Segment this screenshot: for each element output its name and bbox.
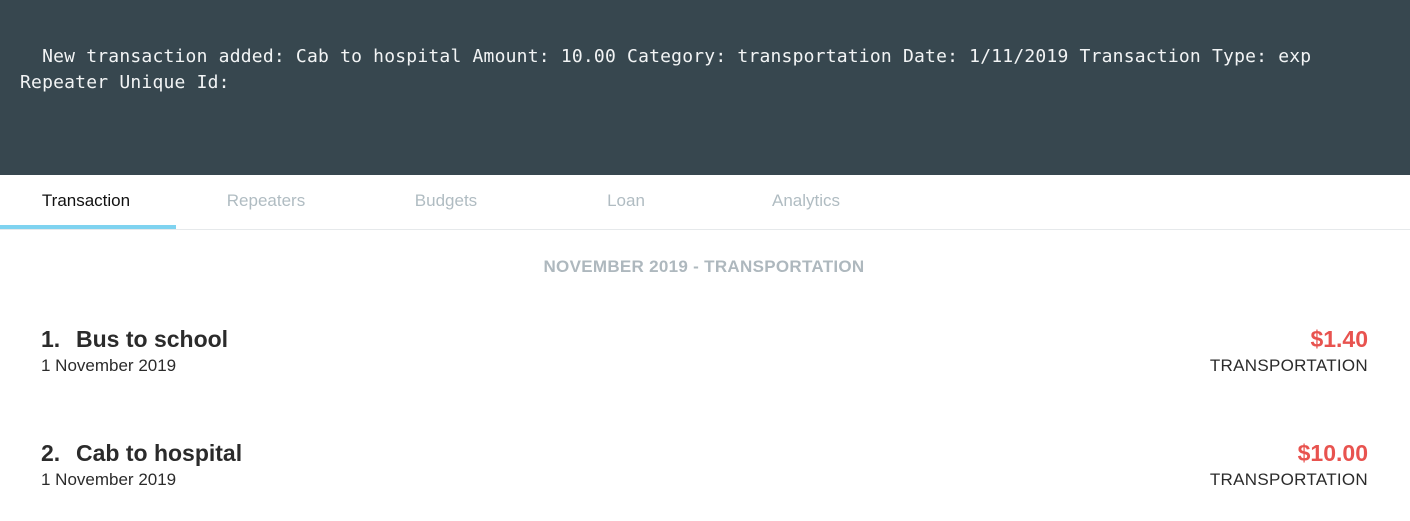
section-title: NOVEMBER 2019 - TRANSPORTATION [543,257,865,276]
transaction-title: 2. Cab to hospital [41,440,242,467]
transaction-name: Cab to hospital [76,440,243,466]
console-output: New transaction added: Cab to hospital A… [0,0,1410,175]
transaction-title: 1. Bus to school [41,326,228,353]
tab-repeaters[interactable]: Repeaters [176,175,356,229]
tab-transaction[interactable]: Transaction [0,175,172,229]
transaction-amount: $1.40 [1310,326,1368,352]
active-tab-indicator [0,225,176,229]
tab-analytics[interactable]: Analytics [716,175,896,229]
transaction-row[interactable]: 2. Cab to hospital 1 November 2019 $10.00… [0,440,1410,500]
transaction-index: 1. [41,326,61,352]
tab-loan[interactable]: Loan [536,175,716,229]
transaction-date: 1 November 2019 [41,470,177,489]
tab-bar: Transaction Repeaters Budgets Loan Analy… [0,175,1410,230]
tab-budgets[interactable]: Budgets [356,175,536,229]
transaction-index: 2. [41,440,61,466]
console-message: New transaction added: Cab to hospital A… [20,46,1323,93]
transaction-row[interactable]: 1. Bus to school 1 November 2019 $1.40 TR… [0,326,1410,386]
transaction-category: TRANSPORTATION [1209,470,1368,489]
transaction-date: 1 November 2019 [41,356,177,375]
transaction-name: Bus to school [76,326,229,352]
transaction-category: TRANSPORTATION [1209,356,1368,375]
transaction-amount: $10.00 [1297,440,1368,466]
